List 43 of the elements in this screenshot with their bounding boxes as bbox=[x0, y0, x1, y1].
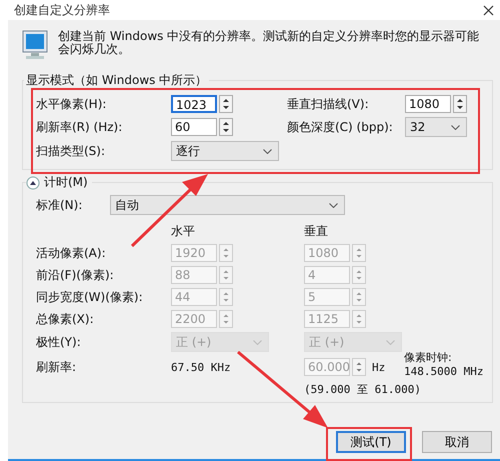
pixel-clock-label: 像素时钟: bbox=[404, 350, 453, 365]
dropdown[interactable]: 自动 bbox=[110, 195, 345, 215]
dropdown[interactable]: 逐行 bbox=[171, 141, 279, 161]
window-title: 创建自定义分辨率 bbox=[14, 2, 110, 18]
spinner-arrows-icon[interactable] bbox=[453, 95, 467, 113]
field-label: 水平像素(H): bbox=[36, 96, 108, 112]
pixel-clock-value: 148.5000 MHz bbox=[404, 365, 484, 378]
field-label: 标准(N): bbox=[36, 196, 84, 214]
spin-field[interactable]: 1023 bbox=[171, 95, 217, 113]
close-icon[interactable] bbox=[483, 4, 494, 16]
field-label: 活动像素(A): bbox=[36, 244, 107, 262]
spinner-arrows-icon[interactable] bbox=[219, 118, 233, 136]
refresh-rate-value: 67.50 KHz bbox=[171, 360, 232, 374]
field-label: 极性(Y): bbox=[36, 334, 82, 350]
field-label: 垂直扫描线(V): bbox=[287, 96, 370, 112]
column-header: 水平 bbox=[171, 223, 196, 240]
dropdown[interactable]: 32 bbox=[405, 117, 467, 137]
dialog-button[interactable]: 取消 bbox=[422, 431, 492, 453]
field-label: 刷新率: bbox=[36, 358, 78, 376]
spinner-arrows-icon[interactable] bbox=[219, 95, 233, 113]
chevron-icon bbox=[451, 124, 460, 130]
chevron-icon bbox=[386, 340, 395, 344]
spin-field[interactable]: 60.000 bbox=[304, 358, 350, 376]
field-label: 同步宽度(W)(像素): bbox=[36, 288, 144, 306]
field-label: 扫描类型(S): bbox=[36, 142, 106, 160]
collapse-toggle-icon[interactable] bbox=[26, 176, 40, 190]
range-text: (59.000 至 61.000) bbox=[304, 382, 421, 398]
chevron-icon bbox=[253, 340, 262, 344]
field-label: 总像素(X): bbox=[36, 310, 95, 328]
dialog-button[interactable]: 测试(T) bbox=[336, 431, 406, 453]
monitor-icon bbox=[22, 30, 48, 60]
field-label: 颜色深度(C) (bpp): bbox=[287, 118, 394, 136]
group-title: 显示模式（如 Windows 中所示） bbox=[25, 72, 208, 89]
column-header: 垂直 bbox=[304, 223, 329, 240]
spin-field[interactable]: 60 bbox=[171, 118, 217, 136]
chevron-icon bbox=[329, 202, 338, 208]
chevron-icon bbox=[263, 148, 272, 154]
field-label: 刷新率(R) (Hz): bbox=[36, 118, 124, 136]
field-label: 前沿(F)(像素): bbox=[36, 266, 115, 284]
description-text: 创建当前 Windows 中没有的分辨率。测试新的自定义分辨率时您的显示器可能会闪烁几次。 bbox=[58, 30, 480, 58]
spin-field[interactable]: 1080 bbox=[405, 95, 451, 113]
unit-label: Hz bbox=[372, 360, 386, 374]
group-title: 计时(M) bbox=[44, 174, 88, 191]
